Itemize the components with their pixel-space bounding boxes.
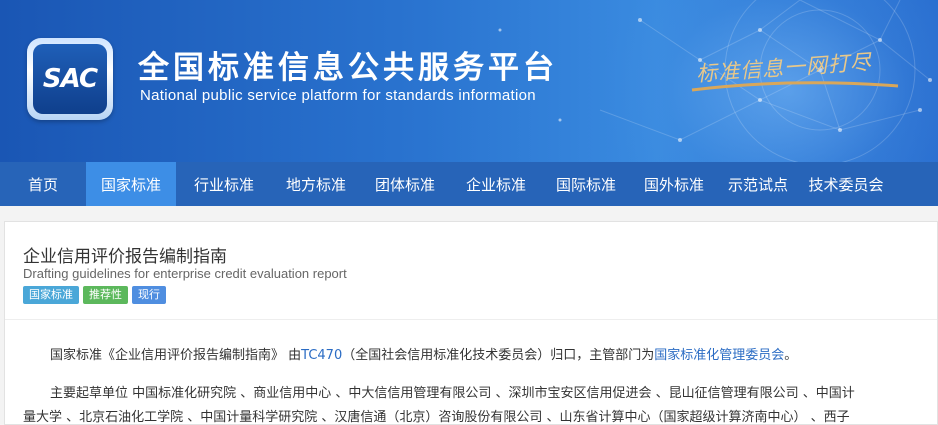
nav-item-pilot-demo[interactable]: 示范试点: [718, 162, 798, 206]
slogan-swoosh: [691, 81, 899, 92]
logo-text: SAC: [42, 64, 98, 94]
standard-title-en: Drafting guidelines for enterprise credi…: [23, 266, 347, 281]
drafting-units-line1: 主要起草单位 中国标准化研究院 、商业信用中心 、中大信信用管理有限公司 、深圳…: [50, 386, 855, 401]
summary-prefix: 国家标准《企业信用评价报告编制指南》 由: [50, 348, 302, 363]
drafting-units: 主要起草单位 中国标准化研究院 、商业信用中心 、中大信信用管理有限公司 、深圳…: [23, 382, 935, 425]
standard-title: 企业信用评价报告编制指南: [23, 247, 227, 267]
tag-recommended: 推荐性: [83, 286, 128, 304]
nav-item-enterprise-standards[interactable]: 企业标准: [450, 162, 542, 206]
nav-item-national-standards[interactable]: 国家标准: [86, 162, 176, 206]
nav-item-local-standards[interactable]: 地方标准: [272, 162, 360, 206]
divider: [5, 319, 937, 320]
nav-item-international-standards[interactable]: 国际标准: [542, 162, 630, 206]
site-title-en: National public service platform for sta…: [140, 87, 536, 104]
authority-link[interactable]: 国家标准化管理委员会: [654, 348, 784, 363]
header-banner: SAC 全国标准信息公共服务平台 National public service…: [0, 0, 938, 162]
summary-middle: （全国社会信用标准化技术委员会）归口，主管部门为: [342, 348, 655, 363]
standard-detail-card: 企业信用评价报告编制指南 Drafting guidelines for ent…: [4, 221, 938, 425]
nav-item-industry-standards[interactable]: 行业标准: [176, 162, 272, 206]
summary-suffix: 。: [784, 348, 798, 363]
site-title-cn: 全国标准信息公共服务平台: [138, 50, 558, 86]
main-nav: 首页 国家标准 行业标准 地方标准 团体标准 企业标准 国际标准 国外标准 示范…: [0, 162, 938, 206]
standard-summary: 国家标准《企业信用评价报告编制指南》 由TC470（全国社会信用标准化技术委员会…: [50, 344, 797, 363]
nav-item-group-standards[interactable]: 团体标准: [360, 162, 450, 206]
sac-logo[interactable]: SAC: [27, 38, 113, 120]
nav-item-home[interactable]: 首页: [0, 162, 86, 206]
tag-national-standard: 国家标准: [23, 286, 79, 304]
logo-inner: SAC: [33, 44, 107, 114]
nav-item-tech-committees[interactable]: 技术委员会: [798, 162, 894, 206]
drafting-units-line2: 量大学 、北京石油化工学院 、中国计量科学研究院 、汉唐信通（北京）咨询股份有限…: [23, 410, 850, 425]
nav-item-foreign-standards[interactable]: 国外标准: [630, 162, 718, 206]
committee-link[interactable]: TC470: [301, 348, 342, 363]
standard-tags: 国家标准 推荐性 现行: [23, 286, 166, 304]
tag-current: 现行: [132, 286, 166, 304]
